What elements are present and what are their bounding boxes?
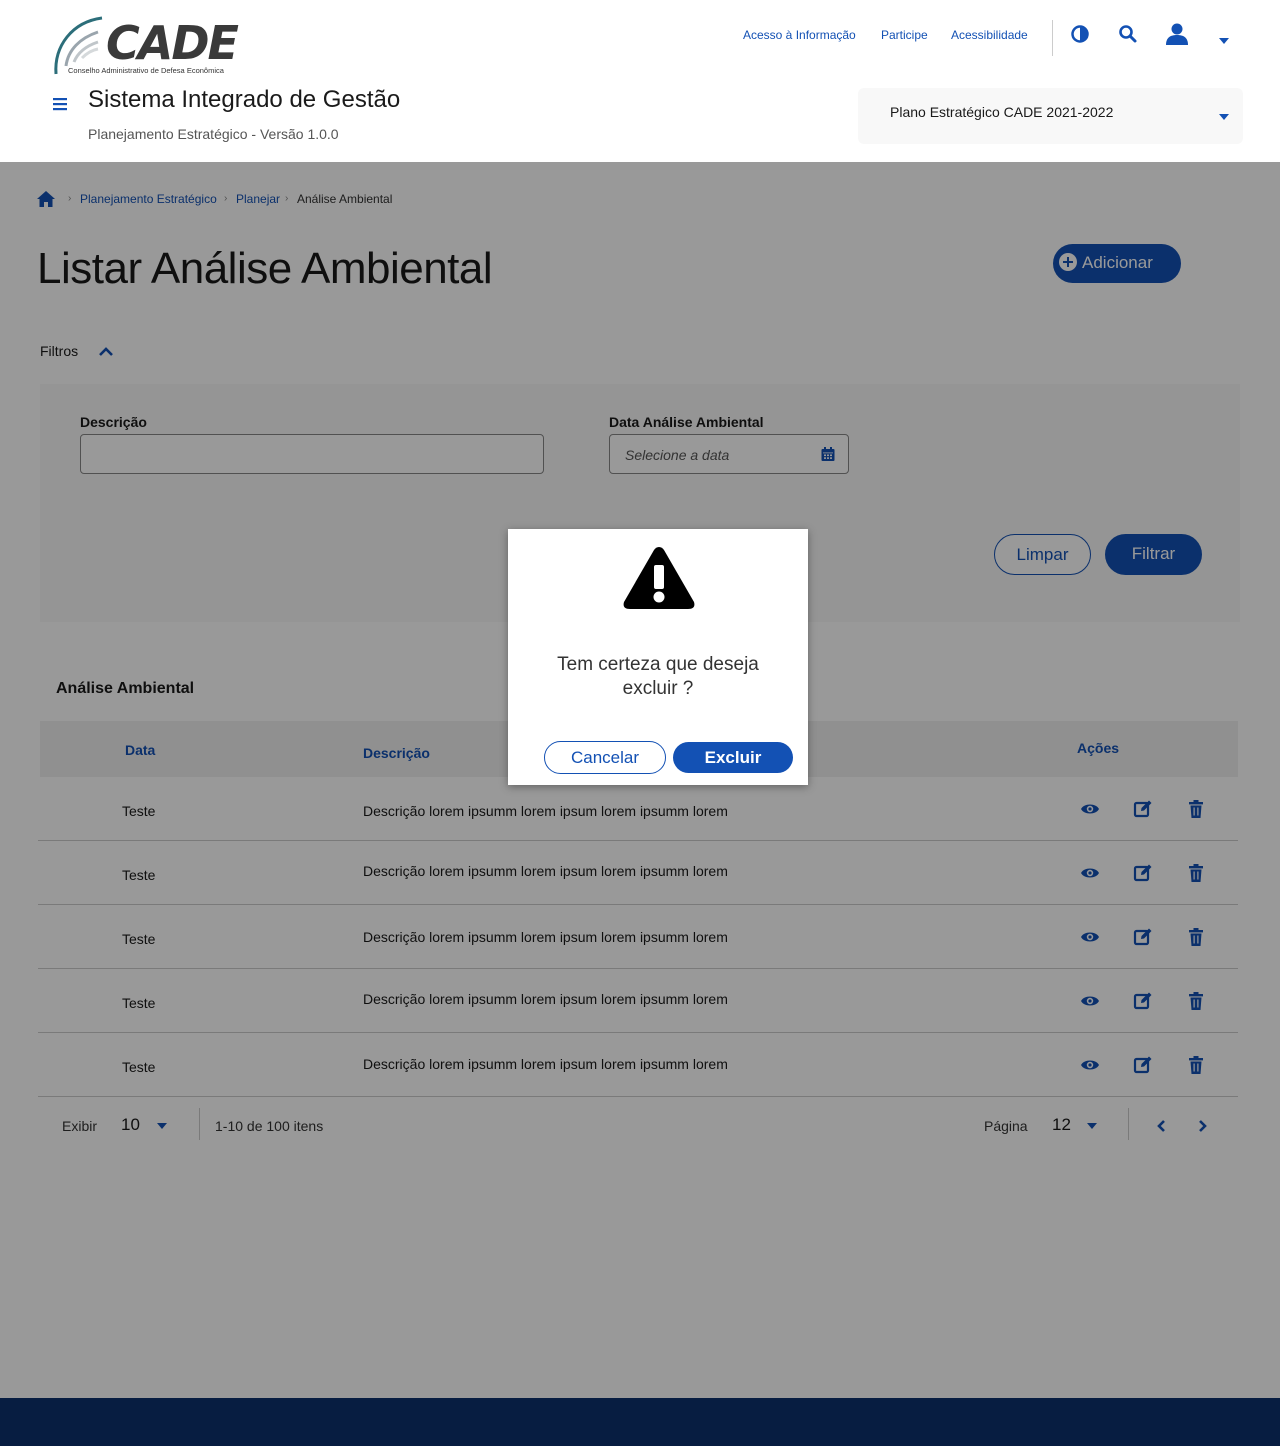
system-title: Sistema Integrado de Gestão — [88, 86, 401, 113]
logo-subtitle: Conselho Administrativo de Defesa Econôm… — [68, 66, 224, 75]
cade-logo[interactable]: CADE Conselho Administrativo de Defesa E… — [52, 16, 242, 78]
hamburger-menu-icon[interactable] — [50, 94, 70, 114]
chevron-down-icon[interactable] — [1218, 32, 1230, 44]
logo-text: CADE — [106, 16, 239, 70]
link-participe[interactable]: Participe — [881, 28, 928, 42]
header: CADE Conselho Administrativo de Defesa E… — [0, 0, 1280, 162]
search-icon[interactable] — [1118, 24, 1140, 46]
modal-message: Tem certeza que deseja excluir ? — [557, 654, 759, 699]
cancel-button[interactable]: Cancelar — [544, 741, 666, 774]
system-subtitle: Planejamento Estratégico - Versão 1.0.0 — [88, 126, 339, 142]
link-acessibilidade[interactable]: Acessibilidade — [951, 28, 1028, 42]
warning-icon — [623, 547, 695, 609]
header-divider — [1052, 20, 1053, 56]
chevron-down-icon — [1219, 114, 1229, 120]
contrast-icon[interactable] — [1070, 24, 1092, 46]
plan-select[interactable]: Plano Estratégico CADE 2021-2022 — [858, 88, 1243, 144]
delete-confirm-button[interactable]: Excluir — [673, 742, 793, 773]
link-acesso-informacao[interactable]: Acesso à Informação — [743, 28, 856, 42]
footer — [0, 1398, 1280, 1446]
plan-select-value: Plano Estratégico CADE 2021-2022 — [890, 104, 1114, 120]
user-icon[interactable] — [1165, 22, 1189, 46]
confirm-delete-modal: Tem certeza que deseja excluir ? Cancela… — [508, 529, 808, 785]
